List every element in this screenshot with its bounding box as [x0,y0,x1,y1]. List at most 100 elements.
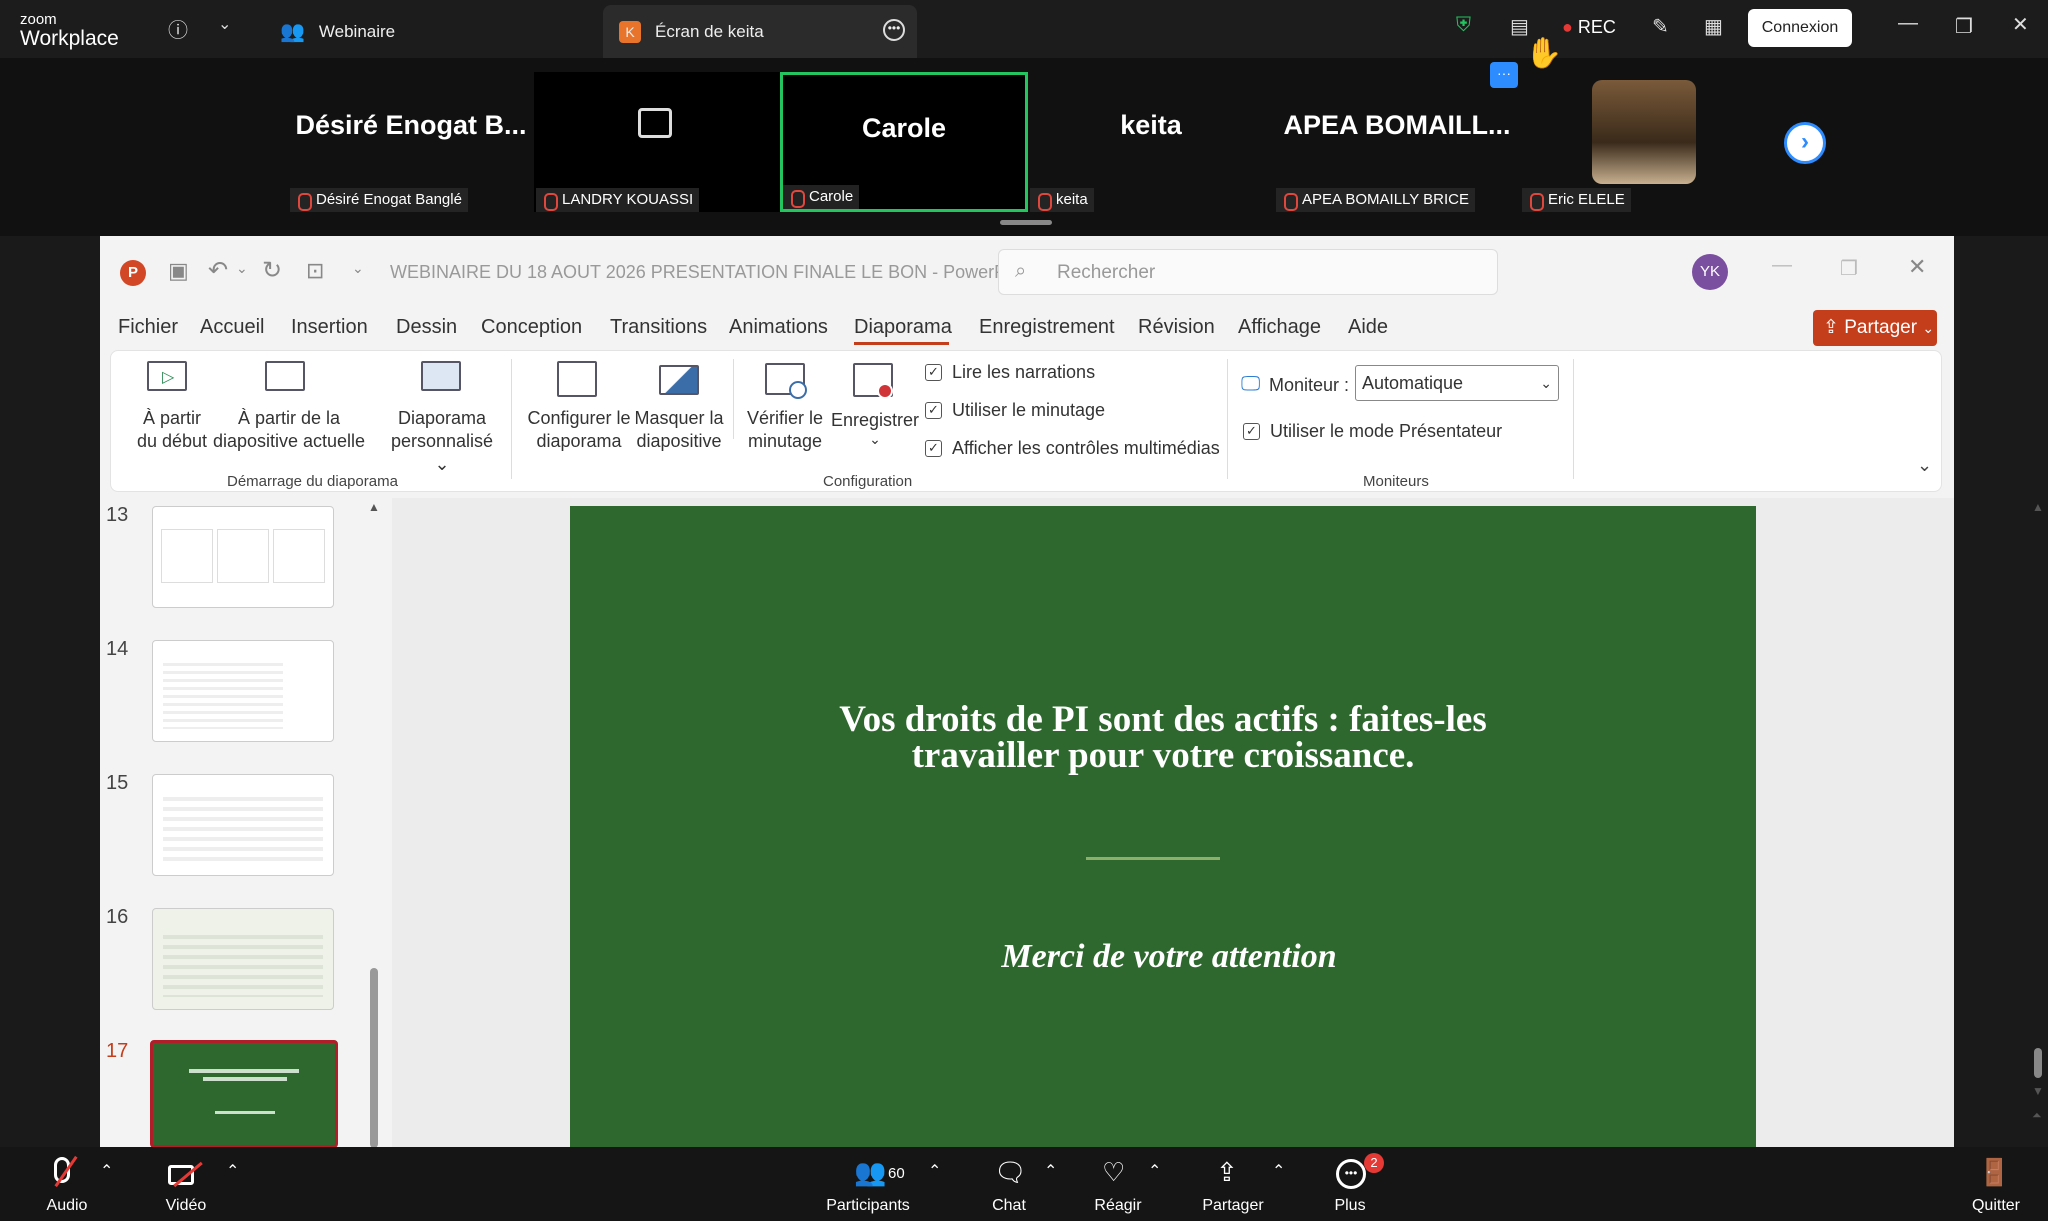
tab-affichage[interactable]: Affichage [1238,316,1321,339]
participant-label: keita [1030,188,1094,212]
chk-timings[interactable]: ✓ Utiliser le minutage [925,400,1105,421]
undo-icon[interactable]: ↶ [208,256,228,285]
tab-fichier[interactable]: Fichier [118,316,178,339]
slide-scrollbar[interactable] [2034,1048,2042,1078]
undo-dropdown-icon[interactable]: ⌄ [236,260,248,277]
slide-thumbnail-selected[interactable] [150,1040,338,1148]
ppt-restore-icon[interactable]: ❐ [1840,256,1858,281]
scroll-up-icon[interactable]: ▲ [368,500,380,514]
rehearse-timings-button[interactable]: Vérifier le minutage [739,407,831,453]
slide-thumbnail[interactable] [152,506,334,608]
chevron-down-icon[interactable]: ⌄ [218,14,231,34]
ppt-minimize-icon[interactable]: — [1772,254,1792,277]
share-screen-icon[interactable]: ⇪ [1216,1157,1238,1188]
slide-thumbnail[interactable] [152,774,334,876]
annotate-icon[interactable]: ✎ [1652,14,1669,39]
slide-thumbnail[interactable] [152,908,334,1010]
document-title: WEBINAIRE DU 18 AOUT 2026 PRESENTATION F… [390,262,1019,282]
play-from-start-icon: ▷ [147,361,187,391]
tab-accueil[interactable]: Accueil [200,316,264,339]
tab-conception[interactable]: Conception [481,316,582,339]
monitor-select[interactable]: Automatique ⌄ [1355,365,1559,401]
slide-subtitle[interactable]: Merci de votre attention [570,938,1756,976]
participants-label[interactable]: Participants [818,1197,918,1215]
participant-tile[interactable]: Désiré Enogat B... Désiré Enogat Banglé [288,72,534,212]
audio-options-chevron-icon[interactable]: ⌃ [100,1161,113,1181]
video-off-icon[interactable] [168,1161,208,1189]
react-chevron-icon[interactable]: ⌃ [1148,1161,1161,1181]
chat-chevron-icon[interactable]: ⌃ [1044,1161,1057,1181]
restore-icon[interactable]: ❐ [1955,14,1973,39]
grid-view-icon[interactable]: ▦ [1704,14,1723,39]
redo-icon[interactable]: ↻ [262,256,282,285]
autosave-icon[interactable]: ▣ [168,258,189,284]
quit-door-icon[interactable]: 🚪 [1978,1157,2010,1188]
tab-insertion[interactable]: Insertion [291,316,368,339]
share-label[interactable]: Partager [1196,1197,1270,1215]
mic-muted-icon[interactable] [44,1155,88,1191]
tab-webinar[interactable]: 👥 Webinaire [280,5,600,58]
more-label[interactable]: Plus [1322,1197,1378,1215]
quit-label[interactable]: Quitter [1960,1197,2032,1215]
participant-tile-active-speaker[interactable]: Carole Carole [780,72,1028,212]
tab-dessin[interactable]: Dessin [396,316,457,339]
current-slide[interactable]: Vos droits de PI sont des actifs : faite… [570,506,1756,1148]
tab-diaporama[interactable]: Diaporama [854,316,952,339]
tab-aide[interactable]: Aide [1348,316,1388,339]
video-label[interactable]: Vidéo [150,1197,222,1215]
search-box[interactable]: ⌕ Rechercher [998,249,1498,295]
share-button[interactable]: ⇪ Partager ⌄ [1813,310,1937,346]
slide-title[interactable]: Vos droits de PI sont des actifs : faite… [570,701,1756,774]
record-button[interactable]: Enregistrer ⌄ [829,409,921,446]
chat-icon[interactable]: 🗨 [994,1157,1027,1188]
chk-media-controls[interactable]: ✓ Afficher les contrôles multimédias [925,438,1220,459]
ppt-app-icon: P [120,260,146,286]
audio-label[interactable]: Audio [30,1197,104,1215]
custom-show-button[interactable]: Diaporama personnalisé ⌄ [381,407,503,476]
strip-resize-handle[interactable] [1000,220,1052,225]
thumbs-scrollbar[interactable] [370,968,378,1148]
hide-slide-button[interactable]: Masquer la diapositive [631,407,727,453]
participants-chevron-icon[interactable]: ⌃ [928,1161,941,1181]
previous-slide-icon[interactable]: ⏶ [2032,1108,2042,1123]
security-shield-icon[interactable]: ⛨ [1456,14,1471,37]
chk-presenter-view[interactable]: ✓ Utiliser le mode Présentateur [1243,421,1502,442]
ribbon-collapse-icon[interactable]: ⌄ [1917,455,1932,476]
close-icon[interactable]: ✕ [2012,12,2029,37]
tab-revision[interactable]: Révision [1138,316,1215,339]
minimize-icon[interactable]: — [1898,12,1918,35]
scroll-down-icon[interactable]: ▼ [2032,1084,2044,1098]
more-options-icon[interactable]: ••• [883,19,905,41]
chat-label[interactable]: Chat [982,1197,1036,1215]
share-chevron-icon[interactable]: ⌃ [1272,1161,1285,1181]
recording-indicator[interactable]: ● REC [1562,17,1616,38]
participant-avatar [1592,80,1696,184]
participants-icon[interactable]: 👥 [854,1157,886,1188]
setup-show-button[interactable]: Configurer le diaporama [521,407,637,453]
participant-tile[interactable]: APEA BOMAILL... APEA BOMAILLY BRICE ··· [1274,62,1520,212]
tab-animations[interactable]: Animations [729,316,828,339]
react-label[interactable]: Réagir [1088,1197,1148,1215]
chk-narrations[interactable]: ✓ Lire les narrations [925,362,1095,383]
participant-tile[interactable]: ✋ Eric ELELE [1520,37,1766,212]
slide-thumbnail[interactable] [152,640,334,742]
next-page-button[interactable]: › [1784,122,1826,164]
participant-tile[interactable]: LANDRY KOUASSI [534,72,780,212]
react-heart-icon[interactable]: ♡ [1102,1157,1125,1188]
ppt-close-icon[interactable]: ✕ [1908,254,1926,280]
customize-qat-icon[interactable]: ⌄ [352,260,364,277]
video-options-chevron-icon[interactable]: ⌃ [226,1161,239,1181]
info-icon[interactable]: ⓘ [168,14,188,43]
tab-screen-share[interactable]: K Écran de keita ••• [603,5,917,58]
tab-enregistrement[interactable]: Enregistrement [979,316,1115,339]
tab-transitions[interactable]: Transitions [610,316,707,339]
from-current-slide-button[interactable]: À partir de la diapositive actuelle [209,407,369,453]
present-icon[interactable]: ⊡ [306,258,324,284]
scroll-up-icon[interactable]: ▲ [2032,500,2044,514]
connexion-button[interactable]: Connexion [1748,9,1852,47]
more-icon[interactable]: ••• [1336,1159,1366,1189]
play-from-current-icon [265,361,305,391]
rehearse-line2: minutage [747,431,823,451]
participant-tile[interactable]: keita keita [1028,72,1274,212]
user-avatar[interactable]: YK [1692,254,1728,290]
